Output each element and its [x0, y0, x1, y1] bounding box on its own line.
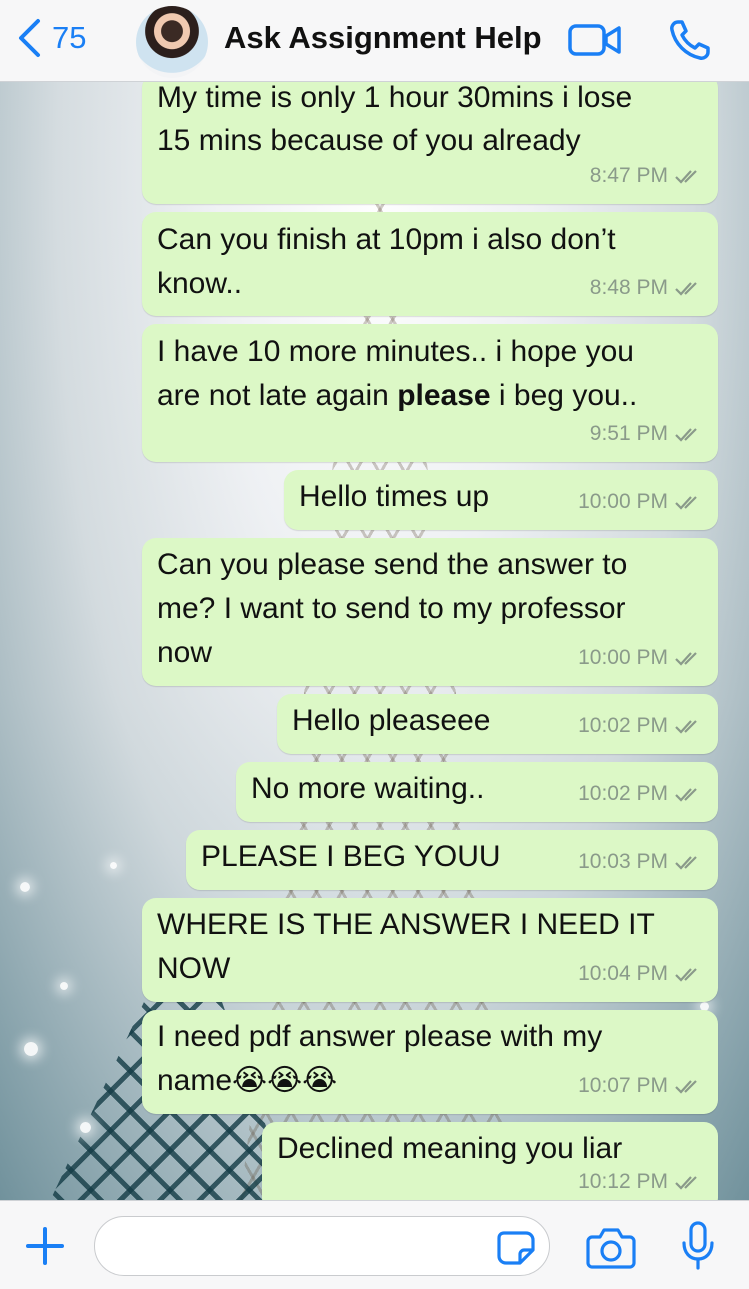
- chevron-left-icon: [19, 19, 40, 57]
- message-input[interactable]: [94, 1216, 550, 1276]
- message-text: PLEASE I BEG YOUU: [201, 840, 501, 873]
- message-text: WHERE IS THE ANSWER I NEED IT: [157, 908, 655, 941]
- message-text-line: are not late again please i beg you..: [157, 374, 637, 418]
- message-bubble[interactable]: Hello pleaseee 10:02 PM: [277, 694, 718, 754]
- message-bubble[interactable]: I have 10 more minutes.. i hope you are …: [142, 324, 718, 462]
- message-text: Can you finish at 10pm i also don’t: [157, 223, 616, 256]
- message-text: now: [157, 636, 213, 669]
- message-time: 8:48 PM: [589, 276, 668, 299]
- sparkle: [20, 882, 30, 892]
- message-bubble[interactable]: No more waiting.. 10:02 PM: [236, 762, 718, 822]
- message-time: 10:02 PM: [578, 714, 668, 737]
- read-ticks-icon: [675, 968, 697, 982]
- composer-bar: [0, 1200, 749, 1289]
- message-bubble[interactable]: Hello times up 10:00 PM: [284, 470, 718, 530]
- message-time: 10:00 PM: [578, 646, 668, 669]
- message-text: i beg you..: [490, 379, 638, 412]
- message-meta: 8:48 PM: [590, 266, 704, 310]
- message-text: Hello times up: [299, 480, 490, 513]
- sparkle: [110, 862, 117, 869]
- read-ticks-icon: [675, 788, 697, 802]
- message-text: name😭😭😭: [157, 1064, 338, 1097]
- message-text: I have 10 more minutes.. i hope you: [157, 335, 634, 368]
- message-text: Declined meaning you liar: [277, 1132, 623, 1165]
- message-bubble[interactable]: Declined meaning you liar 10:12 PM: [262, 1122, 718, 1212]
- read-ticks-icon: [675, 428, 697, 442]
- sparkle: [60, 982, 68, 990]
- message-meta: 10:07 PM: [578, 1064, 704, 1108]
- read-ticks-icon: [675, 496, 697, 510]
- video-call-icon[interactable]: [568, 22, 622, 58]
- message-time: 10:00 PM: [578, 490, 668, 513]
- message-bubble[interactable]: PLEASE I BEG YOUU 10:03 PM: [186, 830, 718, 890]
- message-meta: 9:51 PM: [590, 412, 704, 456]
- message-bubble[interactable]: WHERE IS THE ANSWER I NEED IT NOW 10:04 …: [142, 898, 718, 1002]
- sparkle: [24, 1042, 38, 1056]
- plus-icon[interactable]: [22, 1223, 68, 1269]
- message-text: me? I want to send to my professor: [157, 592, 626, 625]
- chat-title[interactable]: Ask Assignment Help: [224, 20, 542, 56]
- sparkle: [80, 1122, 91, 1133]
- sticker-icon[interactable]: [496, 1230, 536, 1266]
- unread-count: 75: [52, 20, 87, 55]
- read-ticks-icon: [675, 282, 697, 296]
- message-time: 10:04 PM: [578, 962, 668, 985]
- message-meta: 10:03 PM: [578, 840, 704, 884]
- message-bubble[interactable]: I need pdf answer please with my name😭😭😭…: [142, 1010, 718, 1114]
- read-ticks-icon: [675, 720, 697, 734]
- message-text-bold: please: [397, 379, 491, 412]
- message-meta: 10:02 PM: [578, 704, 704, 748]
- message-text: I need pdf answer please with my: [157, 1020, 603, 1053]
- read-ticks-icon: [675, 652, 697, 666]
- message-meta: 10:12 PM: [578, 1160, 704, 1204]
- chat-header: 75 Ask Assignment Help: [0, 0, 749, 82]
- message-time: 10:03 PM: [578, 850, 668, 873]
- read-ticks-icon: [675, 170, 697, 184]
- message-text: NOW: [157, 952, 231, 985]
- message-meta: 10:04 PM: [578, 952, 704, 996]
- message-time: 9:51 PM: [589, 422, 668, 445]
- message-text: 15 mins because of you already: [157, 124, 581, 157]
- back-button[interactable]: 75: [16, 18, 86, 58]
- camera-icon[interactable]: [586, 1225, 636, 1269]
- message-meta: 10:00 PM: [578, 636, 704, 680]
- message-text: are not late again: [157, 379, 398, 412]
- read-ticks-icon: [675, 1176, 697, 1190]
- read-ticks-icon: [675, 1080, 697, 1094]
- message-text: Hello pleaseee: [292, 704, 491, 737]
- avatar[interactable]: [136, 6, 208, 78]
- message-text: No more waiting..: [251, 772, 485, 805]
- message-time: 10:02 PM: [578, 782, 668, 805]
- message-text: Can you please send the answer to: [157, 548, 628, 581]
- message-bubble[interactable]: Can you finish at 10pm i also don’t know…: [142, 212, 718, 316]
- message-bubble[interactable]: My time is only 1 hour 30mins i lose 15 …: [142, 74, 718, 204]
- message-time: 10:12 PM: [578, 1170, 668, 1193]
- phone-call-icon[interactable]: [668, 18, 712, 62]
- message-bubble[interactable]: Can you please send the answer to me? I …: [142, 538, 718, 686]
- message-meta: 10:00 PM: [578, 480, 704, 524]
- message-time: 8:47 PM: [589, 164, 668, 187]
- read-ticks-icon: [675, 856, 697, 870]
- message-meta: 8:47 PM: [590, 154, 704, 198]
- message-time: 10:07 PM: [578, 1074, 668, 1097]
- message-text: My time is only 1 hour 30mins i lose: [157, 81, 633, 114]
- message-text: know..: [157, 267, 243, 300]
- message-meta: 10:02 PM: [578, 772, 704, 816]
- microphone-icon[interactable]: [680, 1221, 716, 1271]
